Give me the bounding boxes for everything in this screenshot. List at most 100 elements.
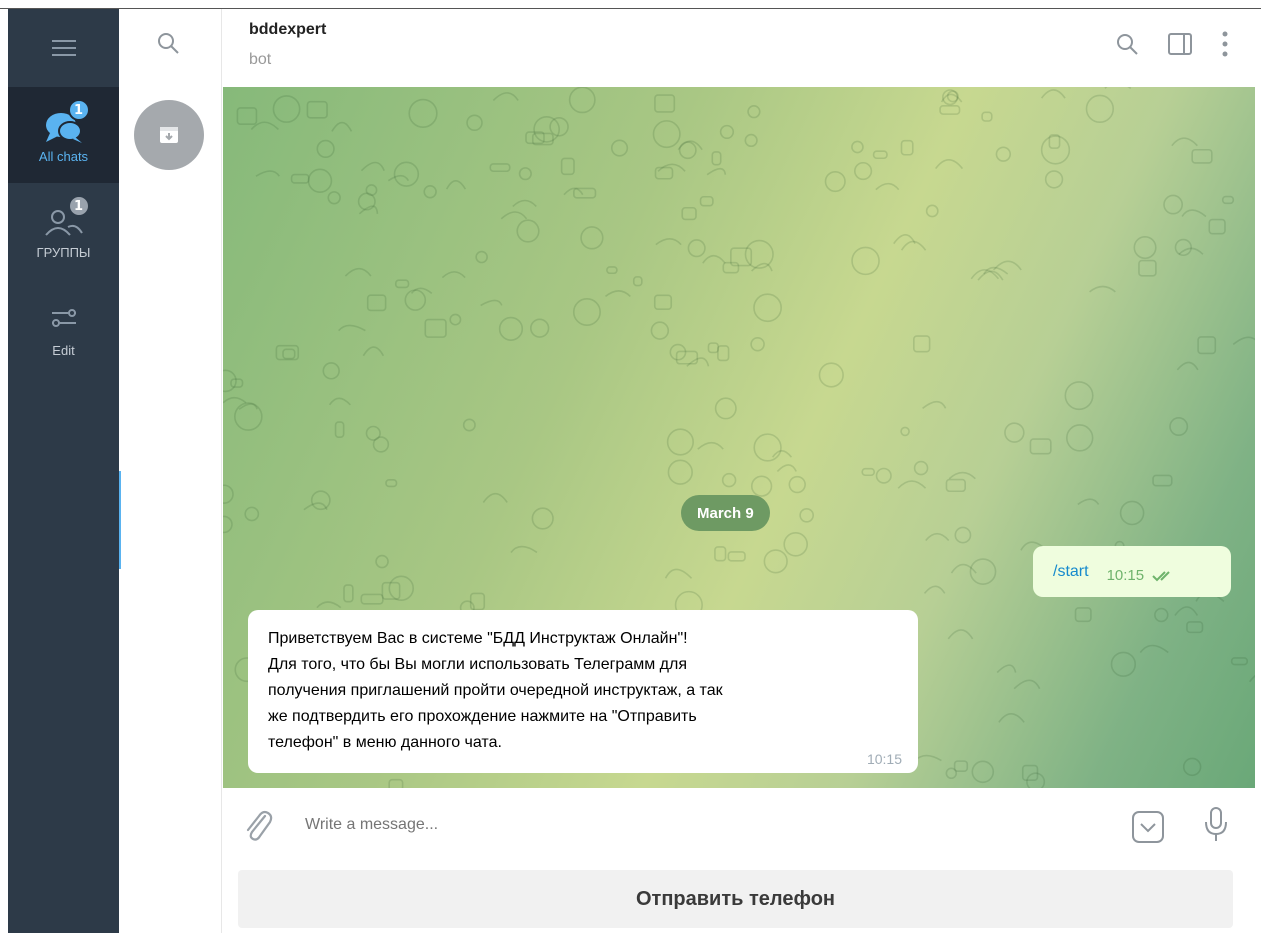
archive-button[interactable] [134,100,204,170]
doodle-shape [753,293,782,323]
doodle-shape [925,532,950,542]
doodle-shape [788,475,806,494]
date-separator: March 9 [681,495,770,531]
doodle-shape [1186,621,1204,634]
doodle-shape [1013,679,1041,690]
doodle-shape [482,492,508,503]
doodle-shape [977,270,1004,281]
message-text[interactable]: /start [1053,563,1089,581]
doodle-shape [366,294,387,312]
search-icon [158,33,179,54]
doodle-shape [711,151,722,166]
doodle-shape [818,362,844,388]
doodle-shape [255,170,280,177]
doodle-shape [1174,606,1199,616]
doodle-shape [533,115,560,143]
doodle-shape [441,271,466,279]
doodle-shape [872,150,888,160]
doodle-shape [783,531,808,557]
doodle-shape [531,507,554,530]
doodle-shape [449,313,462,326]
doodle-shape [681,206,697,221]
search-icon[interactable] [1115,32,1139,56]
doodle-shape [667,459,693,485]
doodle-shape [771,449,793,458]
doodle-shape [475,250,488,264]
doodle-shape [462,418,476,432]
menu-button[interactable] [8,9,119,87]
doodle-shape [719,124,735,140]
doodle-shape [1208,218,1226,235]
doodle-shape [714,546,727,562]
message-time: 10:15 [1106,567,1145,584]
chatlist-search-button[interactable] [156,31,180,59]
unread-badge: 1 [67,195,90,217]
doodle-shape [375,554,389,569]
folder-edit[interactable]: Edit [8,281,119,377]
doodle-shape [244,506,260,522]
doodle-shape [1029,438,1052,455]
send-phone-button[interactable]: Отправить телефон [238,870,1233,928]
doodle-shape [632,276,643,287]
doodle-shape [388,575,415,602]
doodle-shape [1044,170,1064,189]
bot-keyboard-toggle[interactable] [1131,810,1165,848]
doodle-shape [518,167,532,181]
voice-record-button[interactable] [1203,806,1229,848]
message-area[interactable]: March 9 /start 10:15 Приветствуем Вас в … [223,87,1255,788]
doodle-shape [424,318,447,338]
doodle-shape [1152,474,1173,487]
doodle-shape [750,336,765,352]
doodle-shape [236,107,258,126]
doodle-shape [606,266,618,275]
message-input[interactable] [305,816,1065,834]
doodle-shape [338,324,366,332]
attach-button[interactable] [243,808,273,848]
doodle-shape [1004,422,1025,443]
sliders-icon [51,309,76,327]
doodle-shape [1197,336,1217,355]
doodle-shape [480,299,503,307]
outgoing-message[interactable]: /start 10:15 [1033,546,1231,597]
doodle-shape [381,581,401,600]
folder-groups[interactable]: 1 ГРУППЫ [8,183,119,279]
doodle-shape [948,471,976,480]
doodle-shape [516,219,540,243]
doodle-shape [466,114,483,132]
sidebar-toggle-icon[interactable] [1167,32,1193,56]
doodle-shape [610,139,629,157]
doodle-shape [1064,381,1094,411]
doodle-shape [744,133,758,148]
doodle-shape [913,335,931,353]
doodle-shape [875,467,892,484]
doodle-shape [923,585,946,594]
doodle-shape [393,161,420,187]
doodle-shape [935,158,964,170]
scroll-indicator [119,471,121,569]
doodle-shape [572,297,601,326]
incoming-message[interactable]: Приветствуем Вас в системе "БДД Инструкт… [248,610,918,773]
doodle-shape [423,185,437,199]
doodle-shape [316,601,342,609]
doodle-shape [408,98,438,128]
doodle-shape [445,180,467,190]
chat-subtitle: bot [249,51,272,68]
doodle-shape [223,484,234,504]
microphone-icon [1205,807,1227,841]
doodle-shape [1138,259,1157,277]
doodle-shape [799,507,815,523]
doodle-shape [362,346,385,357]
doodle-shape [372,436,390,453]
doodle-shape [900,426,910,437]
folder-all-chats[interactable]: 1 All chats [8,87,119,183]
doodle-shape [995,146,1012,162]
doodle-shape [388,778,404,788]
doodle-shape [851,140,864,154]
doodle-shape [223,515,233,534]
chat-header[interactable]: bddexpert bot [223,9,1255,87]
doodle-shape [1230,657,1249,666]
doodle-shape [560,157,575,176]
more-vertical-icon[interactable] [1221,31,1229,57]
doodle-shape [327,191,341,205]
doodle-shape [510,545,538,554]
